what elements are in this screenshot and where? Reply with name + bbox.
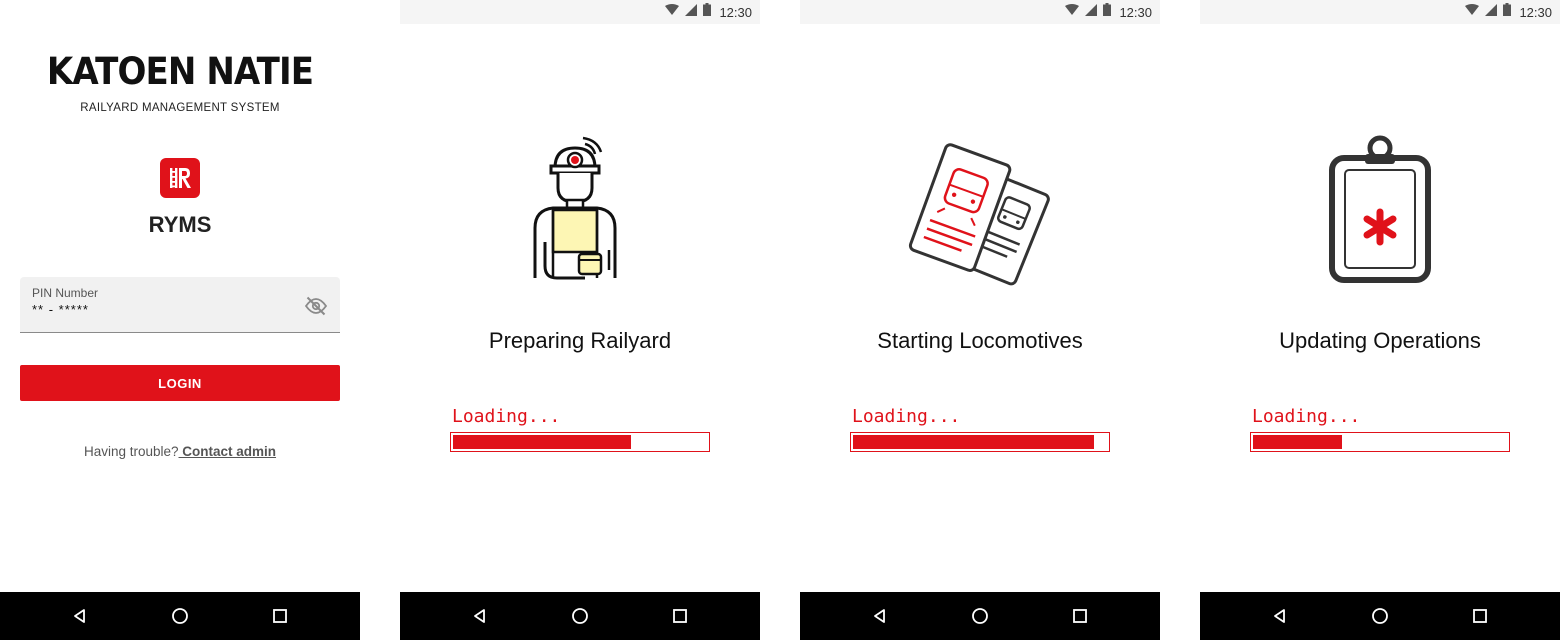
status-bar: 12:30: [1200, 0, 1560, 24]
trouble-text: Having trouble?: [83, 444, 179, 459]
progress-bar: [850, 432, 1110, 452]
home-icon[interactable]: [1368, 604, 1392, 628]
loading-title: Preparing Railyard: [488, 328, 672, 353]
signal-icon: [685, 3, 698, 21]
app-name: RYMS: [148, 212, 212, 237]
home-icon[interactable]: [568, 604, 592, 628]
navigation-bar: [800, 592, 1160, 640]
recent-apps-icon[interactable]: [668, 604, 692, 628]
navigation-bar: [1200, 592, 1560, 640]
progress-bar: [450, 432, 710, 452]
contact-admin-link[interactable]: Contact admin: [179, 444, 276, 459]
battery-icon: [703, 3, 712, 21]
loading-screen-preparing: 12:30 Preparing Railyard Loading...: [400, 0, 760, 640]
progress-bar: [1250, 432, 1510, 452]
status-bar: 12:30: [400, 0, 760, 24]
loading-screen-updating: 12:30 Updating Operations Loading...: [1200, 0, 1560, 640]
loading-title: Updating Operations: [1279, 328, 1481, 353]
train-tickets-icon: [905, 130, 1055, 290]
loading-label: Loading...: [1252, 406, 1361, 427]
navigation-bar: [0, 592, 360, 640]
brand-subtitle: RAILYARD MANAGEMENT SYSTEM: [80, 102, 280, 114]
home-icon[interactable]: [168, 604, 192, 628]
status-time: 12:30: [1119, 4, 1152, 20]
loading-title: Starting Locomotives: [877, 328, 1083, 353]
status-time: 12:30: [719, 4, 752, 20]
help-line: Having trouble? Contact admin: [0, 444, 360, 459]
clipboard-icon: [1305, 130, 1455, 290]
progress-bar-fill: [1253, 435, 1342, 449]
pin-field-value[interactable]: ** - *****: [32, 302, 89, 317]
wifi-icon: [665, 3, 680, 21]
loading-screen-starting: 12:30 Starting Locomotives Loading...: [800, 0, 1160, 640]
home-icon[interactable]: [968, 604, 992, 628]
back-icon[interactable]: [868, 604, 892, 628]
recent-apps-icon[interactable]: [268, 604, 292, 628]
recent-apps-icon[interactable]: [1068, 604, 1092, 628]
battery-icon: [1103, 3, 1112, 21]
status-bar: 12:30: [800, 0, 1160, 24]
pin-field-label: PIN Number: [32, 286, 99, 300]
recent-apps-icon[interactable]: [1468, 604, 1492, 628]
progress-bar-fill: [453, 435, 631, 449]
worker-icon: [505, 130, 655, 290]
loading-label: Loading...: [852, 406, 961, 427]
status-time: 12:30: [1519, 4, 1552, 20]
login-button[interactable]: LOGIN: [20, 365, 340, 401]
pin-number-field[interactable]: PIN Number ** - *****: [20, 277, 340, 333]
visibility-off-icon[interactable]: [304, 294, 328, 318]
brand-logo: KATOEN NATIE: [46, 50, 314, 93]
back-icon[interactable]: [1268, 604, 1292, 628]
battery-icon: [1503, 3, 1512, 21]
navigation-bar: [400, 592, 760, 640]
back-icon[interactable]: [468, 604, 492, 628]
loading-label: Loading...: [452, 406, 561, 427]
back-icon[interactable]: [68, 604, 92, 628]
signal-icon: [1485, 3, 1498, 21]
wifi-icon: [1465, 3, 1480, 21]
wifi-icon: [1065, 3, 1080, 21]
app-logo-icon: [160, 158, 200, 198]
signal-icon: [1085, 3, 1098, 21]
login-screen: KATOEN NATIE RAILYARD MANAGEMENT SYSTEM …: [0, 0, 360, 640]
progress-bar-fill: [853, 435, 1094, 449]
